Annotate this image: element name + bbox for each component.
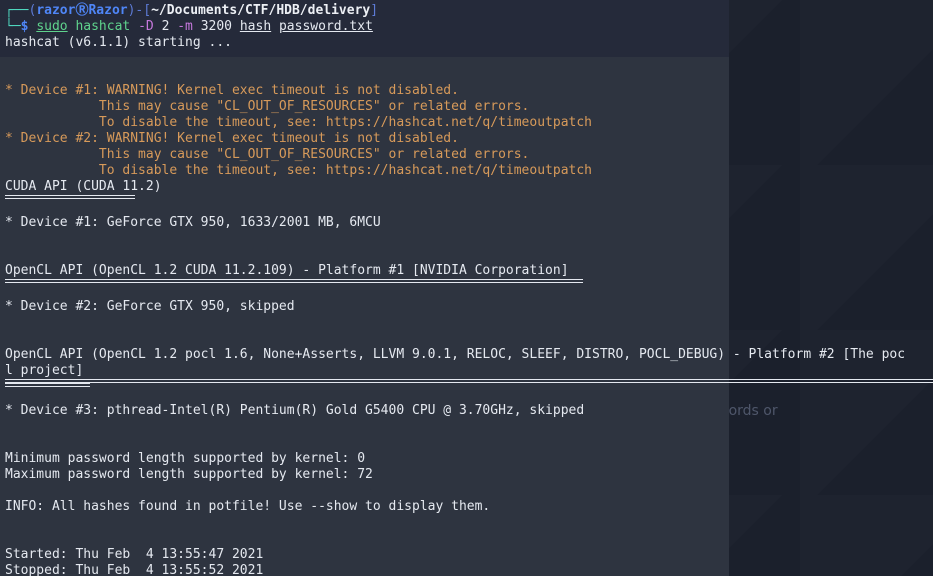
warning-line: To disable the timeout, see: https://has… xyxy=(5,163,592,178)
output-cuda-api: CUDA API (CUDA 11.2) xyxy=(5,179,162,194)
prompt-line-1-command: └─$ sudo hashcat -D 2 -m 3200 hash passw… xyxy=(0,19,933,35)
output-device-1: * Device #1: GeForce GTX 950, 1633/2001 … xyxy=(5,215,381,230)
command-name: hashcat xyxy=(75,19,131,34)
warning-line: To disable the timeout, see: https://has… xyxy=(5,115,592,130)
prompt-bracket-open: [ xyxy=(143,3,152,18)
arg-hash-file: hash xyxy=(239,19,272,34)
prompt-frame-top: ┌── xyxy=(5,3,29,18)
prompt-bracket-close: ] xyxy=(370,3,379,18)
warning-line: This may cause "CL_OUT_OF_RESOURCES" or … xyxy=(5,147,530,162)
terminal-lines: ┌──(razorⓇRazor)-[~/Documents/CTF/HDB/de… xyxy=(0,0,933,576)
flag-mode: -m xyxy=(177,19,193,34)
output-started: Started: Thu Feb 4 13:55:47 2021 xyxy=(5,547,264,562)
value-mode: 3200 xyxy=(200,19,233,34)
output-device-3: * Device #3: pthread-Intel(R) Pentium(R)… xyxy=(5,403,585,418)
prompt-user: razor xyxy=(36,3,76,18)
output-info: INFO: All hashes found in potfile! Use -… xyxy=(5,499,491,514)
output-min-length: Minimum password length supported by ker… xyxy=(5,451,366,466)
output-opencl-api-2: OpenCL API (OpenCL 1.2 pocl 1.6, None+As… xyxy=(5,347,906,362)
output-max-length: Maximum password length supported by ker… xyxy=(5,467,373,482)
prompt-host: Razor xyxy=(88,3,128,18)
warning-line: This may cause "CL_OUT_OF_RESOURCES" or … xyxy=(5,99,530,114)
output-opencl-api-1: OpenCL API (OpenCL 1.2 CUDA 11.2.109) - … xyxy=(5,263,569,278)
command-sudo: sudo xyxy=(36,19,68,34)
output-opencl-api-2-wrap: l project] xyxy=(5,363,84,378)
arg-wordlist-file: password.txt xyxy=(278,19,373,34)
warning-line: * Device #2: WARNING! Kernel exec timeou… xyxy=(5,131,459,146)
output-device-2: * Device #2: GeForce GTX 950, skipped xyxy=(5,299,295,314)
output-stopped: Stopped: Thu Feb 4 13:55:52 2021 xyxy=(5,563,264,576)
flag-device: -D xyxy=(138,19,154,34)
output-version: hashcat (v6.1.1) starting ... xyxy=(5,35,232,50)
prompt-path: ~/Documents/CTF/HDB/delivery xyxy=(151,3,371,18)
prompt-paren-close: )- xyxy=(127,3,144,18)
prompt-frame-bottom: └─ xyxy=(5,19,21,34)
terminal-window[interactable]: ┌──(razorⓇRazor)-[~/Documents/CTF/HDB/de… xyxy=(0,0,933,576)
prompt-at-icon: Ⓡ xyxy=(75,3,89,18)
screen: × @ ⚑ ? ch Offe oth December 21, 2020 Do… xyxy=(0,0,933,576)
prompt-line-1-top: ┌──(razorⓇRazor)-[~/Documents/CTF/HDB/de… xyxy=(0,3,933,19)
warning-line: * Device #1: WARNING! Kernel exec timeou… xyxy=(5,83,459,98)
